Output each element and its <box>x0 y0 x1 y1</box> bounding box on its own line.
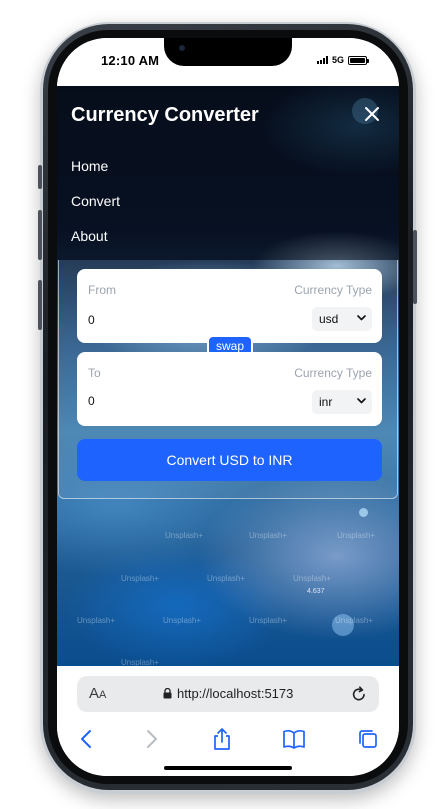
from-currency-value: usd <box>319 312 339 326</box>
watermark: Unsplash+ <box>293 574 332 583</box>
watermark: Unsplash+ <box>163 616 202 625</box>
nav-link-convert[interactable]: Convert <box>71 193 120 209</box>
from-currency-type-label: Currency Type <box>294 283 372 297</box>
volume-down-button <box>38 280 42 330</box>
watermark: Unsplash+ <box>165 531 204 540</box>
url-text: http://localhost:5173 <box>177 686 294 701</box>
chevron-down-icon <box>357 315 366 321</box>
close-menu-button[interactable] <box>358 100 386 128</box>
reload-button[interactable] <box>351 685 367 707</box>
watermark: Unsplash+ <box>121 574 160 583</box>
bokeh-light <box>359 508 368 517</box>
share-icon <box>214 728 230 750</box>
reload-icon <box>352 686 365 701</box>
notch <box>164 38 292 66</box>
to-amount-input[interactable] <box>88 394 228 408</box>
volume-up-button <box>38 210 42 260</box>
watermark: Unsplash+ <box>337 531 376 540</box>
back-button[interactable] <box>72 726 100 752</box>
to-field: To Currency Type inr <box>77 352 382 426</box>
status-bar: 12:10 AM 5G <box>57 38 399 86</box>
lock-icon <box>163 688 172 699</box>
to-currency-type-label: Currency Type <box>294 366 372 380</box>
from-label: From <box>88 283 116 297</box>
front-camera <box>179 45 185 51</box>
converter-card: From Currency Type usd swap To Currency … <box>58 260 398 499</box>
to-label: To <box>88 366 101 380</box>
watermark: Unsplash+ <box>207 574 246 583</box>
tabs-icon <box>359 730 377 748</box>
chevron-down-icon <box>357 398 366 404</box>
nav-link-about[interactable]: About <box>71 228 108 244</box>
watermark: Unsplash+ <box>77 616 116 625</box>
from-amount-input[interactable] <box>88 313 228 327</box>
watermark: Unsplash+ <box>249 616 288 625</box>
from-currency-select[interactable]: usd <box>312 307 372 331</box>
app-title: Currency Converter <box>71 104 259 126</box>
battery-icon <box>348 55 369 65</box>
browser-toolbar: AA http://localhost:5173 <box>57 666 399 776</box>
convert-button[interactable]: Convert USD to INR <box>77 439 382 481</box>
network-label: 5G <box>331 55 344 65</box>
close-icon <box>365 107 379 121</box>
status-icons: 5G <box>316 55 369 65</box>
back-icon <box>81 730 91 748</box>
to-currency-value: inr <box>319 395 333 409</box>
home-indicator <box>164 766 292 770</box>
from-field: From Currency Type usd <box>77 269 382 343</box>
address-bar[interactable]: AA http://localhost:5173 <box>77 676 379 712</box>
url-display[interactable]: http://localhost:5173 <box>163 686 293 701</box>
signal-icon <box>316 56 328 64</box>
share-button[interactable] <box>208 726 236 752</box>
phone-screen: Unsplash+ Unsplash+ Unsplash+ Unsplash+ … <box>57 38 399 776</box>
silent-switch <box>38 165 42 189</box>
reader-settings-button[interactable]: AA <box>89 685 106 702</box>
nav-link-home[interactable]: Home <box>71 158 108 174</box>
status-time: 12:10 AM <box>101 53 160 68</box>
bookmarks-icon <box>283 730 305 749</box>
to-currency-select[interactable]: inr <box>312 390 372 414</box>
background-number: 4.637 <box>307 588 325 595</box>
bookmarks-button[interactable] <box>280 726 308 752</box>
forward-icon <box>147 730 157 748</box>
watermark: Unsplash+ <box>249 531 288 540</box>
power-button <box>413 230 417 304</box>
forward-button[interactable] <box>138 726 166 752</box>
watermark: Unsplash+ <box>335 616 374 625</box>
tabs-button[interactable] <box>354 726 382 752</box>
